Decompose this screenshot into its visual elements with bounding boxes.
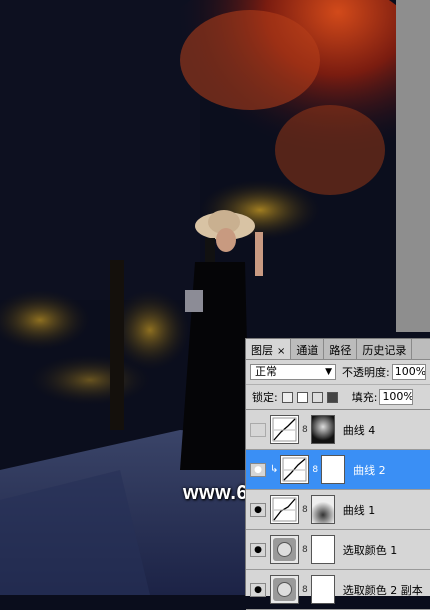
panel-tabs: 图层 × 通道 路径 历史记录 [246, 339, 430, 360]
link-icon: 8 [302, 504, 308, 515]
eye-icon[interactable]: ● [250, 542, 266, 557]
layer-mask-thumbnail[interactable] [310, 415, 335, 444]
fill-input[interactable]: 100% [379, 389, 414, 405]
curves-icon [270, 415, 299, 444]
layers-panel: 图层 × 通道 路径 历史记录 正常 ▼ 不透明度: 100% 锁定: 填充: 1… [245, 338, 430, 610]
lock-all-icon[interactable] [326, 391, 338, 403]
layer-mask-thumbnail[interactable] [310, 495, 335, 524]
layer-name: 选取颜色 1 [342, 543, 398, 557]
blend-opacity-row: 正常 ▼ 不透明度: 100% [246, 360, 430, 385]
tab-history[interactable]: 历史记录 [357, 339, 413, 359]
layer-mask-thumbnail[interactable] [321, 455, 346, 484]
chevron-down-icon: ▼ [325, 367, 332, 377]
curves-icon [280, 455, 310, 484]
eye-icon[interactable]: ● [250, 502, 266, 517]
layer-name: 选取颜色 2 副本 [342, 583, 423, 597]
opacity-label: 不透明度: [342, 366, 390, 379]
lock-fill-row: 锁定: 填充: 100% [246, 385, 430, 410]
layer-mask-thumbnail[interactable] [310, 575, 335, 604]
layer-name: 曲线 1 [342, 503, 376, 517]
tab-channels[interactable]: 通道 [291, 339, 325, 359]
clip-arrow-icon: ↳ [270, 464, 279, 475]
lock-brush-icon[interactable] [296, 391, 308, 403]
link-icon: 8 [312, 464, 319, 475]
layer-row-curves-4[interactable]: 8 曲线 4 [246, 410, 430, 450]
tab-paths-label: 路径 [329, 344, 352, 357]
layer-name: 曲线 4 [342, 423, 376, 437]
layer-row-curves-1[interactable]: ● 8 曲线 1 [246, 490, 430, 530]
tab-paths[interactable]: 路径 [324, 339, 358, 359]
lock-transparent-icon[interactable] [281, 391, 293, 403]
visibility-toggle[interactable] [250, 422, 266, 437]
tab-channels-label: 通道 [296, 344, 319, 357]
curves-icon [270, 495, 299, 524]
opacity-input[interactable]: 100% [391, 364, 426, 380]
layer-name: 曲线 2 [353, 463, 386, 477]
eye-icon[interactable]: ● [250, 582, 266, 597]
selective-color-icon [270, 535, 299, 564]
link-icon: 8 [302, 584, 308, 595]
tab-history-label: 历史记录 [362, 344, 407, 357]
lock-move-icon[interactable] [311, 391, 323, 403]
close-icon[interactable]: × [277, 346, 285, 357]
canvas-gray-margin [396, 0, 430, 332]
link-icon: 8 [302, 424, 308, 435]
fill-label: 填充: [351, 391, 378, 404]
tab-layers[interactable]: 图层 × [246, 339, 292, 359]
blend-mode-value: 正常 [255, 365, 277, 378]
lock-label: 锁定: [252, 391, 278, 404]
eye-icon[interactable]: ● [250, 462, 266, 477]
selective-color-icon [270, 575, 299, 604]
layer-row-curves-2[interactable]: ● ↳ 8 曲线 2 [246, 450, 430, 490]
layer-mask-thumbnail[interactable] [310, 535, 335, 564]
layer-row-selective-color-2-copy[interactable]: ● 8 选取颜色 2 副本 [246, 570, 430, 610]
layer-row-selective-color-1[interactable]: ● 8 选取颜色 1 [246, 530, 430, 570]
tab-layers-label: 图层 [251, 344, 273, 357]
blend-mode-select[interactable]: 正常 ▼ [250, 364, 336, 380]
link-icon: 8 [302, 544, 308, 555]
